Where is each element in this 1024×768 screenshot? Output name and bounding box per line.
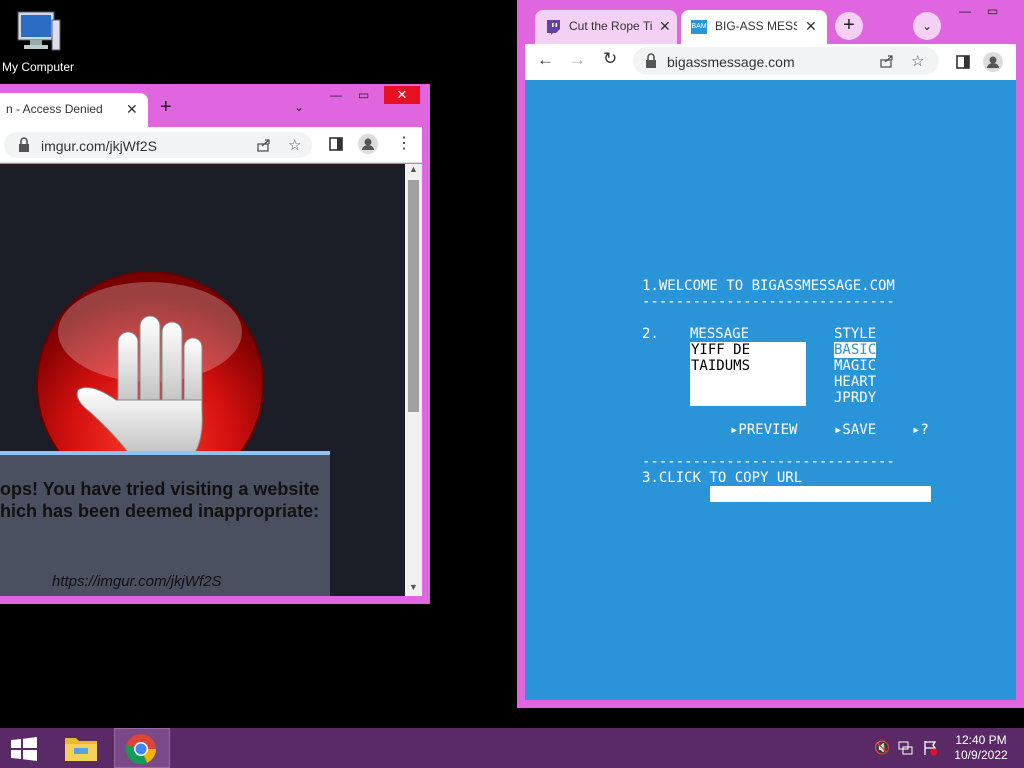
chrome-taskbar-button[interactable] [114, 728, 170, 768]
blocked-message-box: ops! You have tried visiting a website h… [0, 451, 330, 596]
tab-access-denied[interactable]: n - Access Denied ✕ [0, 93, 148, 127]
page-content: ops! You have tried visiting a website h… [0, 164, 405, 596]
scrollbar-thumb[interactable] [408, 180, 419, 412]
scroll-down-arrow-icon[interactable]: ▼ [409, 582, 418, 592]
tab-close-icon[interactable]: ✕ [126, 101, 138, 118]
help-button[interactable]: ▸? [912, 422, 929, 438]
taskbar: 🔇 12:40 PM 10/9/2022 [0, 728, 1024, 768]
address-url: bigassmessage.com [667, 54, 795, 70]
message-header: MESSAGE [690, 326, 750, 342]
window-close-button[interactable]: ✕ [384, 86, 420, 104]
computer-icon [17, 11, 61, 51]
tab-title: Cut the Rope Ti [569, 19, 653, 33]
blocked-url: https://imgur.com/jkjWf2S [52, 573, 222, 590]
share-icon[interactable] [879, 53, 895, 69]
message-line-2: TAIDUMS [691, 358, 751, 374]
side-panel-icon[interactable] [955, 54, 971, 70]
bookmark-star-icon[interactable]: ☆ [911, 52, 924, 70]
message-textarea[interactable]: YIFF DE TAIDUMS [690, 342, 806, 406]
vertical-scrollbar[interactable]: ▲ ▼ [405, 164, 422, 596]
folder-icon [65, 738, 97, 761]
action-center-flag-icon[interactable] [922, 740, 938, 756]
preview-button[interactable]: ▸PREVIEW [730, 422, 797, 438]
tab-search-chevron-icon[interactable]: ⌄ [294, 100, 304, 114]
style-option-magic[interactable]: MAGIC [834, 358, 876, 374]
style-option-heart[interactable]: HEART [834, 374, 876, 390]
network-icon[interactable] [898, 740, 914, 756]
address-bar[interactable]: imgur.com/jkjWf2S ☆ [4, 132, 312, 158]
scroll-up-arrow-icon[interactable]: ▲ [409, 164, 418, 174]
forward-arrow-icon[interactable]: → [569, 50, 586, 70]
tab-title: BIG-ASS MESS [715, 19, 797, 33]
style-option-basic[interactable]: BASIC [834, 342, 877, 358]
browser-window-bigassmessage[interactable]: Cut the Rope Ti ✕ BAM BIG-ASS MESS ✕ + ⌄… [517, 0, 1024, 708]
my-computer-label: My Computer [2, 60, 75, 74]
maximize-button[interactable]: ▭ [987, 4, 998, 18]
twitch-icon [547, 20, 560, 35]
message-line-1: YIFF DE [691, 342, 751, 358]
minimize-button[interactable]: — [330, 88, 342, 102]
address-url: imgur.com/jkjWf2S [41, 138, 157, 154]
tab-close-icon[interactable]: ✕ [805, 18, 817, 35]
volume-muted-icon[interactable]: 🔇 [874, 740, 890, 756]
save-button[interactable]: ▸SAVE [834, 422, 876, 438]
lock-icon [19, 137, 29, 152]
new-tab-button[interactable]: + [160, 96, 172, 119]
my-computer-desktop-icon[interactable]: My Computer [0, 8, 80, 78]
tab-close-icon[interactable]: ✕ [659, 18, 671, 35]
lock-icon [646, 53, 656, 68]
share-icon[interactable] [256, 137, 272, 153]
menu-kebab-icon[interactable]: ⋮ [396, 133, 412, 153]
bookmark-star-icon[interactable]: ☆ [288, 136, 301, 154]
side-panel-icon[interactable] [328, 136, 344, 152]
new-tab-button[interactable]: + [835, 12, 863, 40]
tab-title: n - Access Denied [6, 102, 103, 116]
blocked-message-line-2: hich has been deemed inappropriate: [0, 501, 320, 521]
maximize-button[interactable]: ▭ [358, 88, 369, 102]
windows-start-icon[interactable] [10, 737, 38, 761]
profile-avatar-icon[interactable] [358, 134, 378, 154]
chrome-icon [125, 734, 156, 765]
divider-top: ------------------------------ [642, 294, 895, 310]
tab-big-ass-message[interactable]: BAM BIG-ASS MESS ✕ [681, 10, 827, 44]
style-header: STYLE [834, 326, 877, 342]
url-output-field[interactable] [710, 486, 931, 502]
bigassmessage-page: 1.WELCOME TO BIGASSMESSAGE.COM ---------… [525, 80, 1016, 700]
tab-search-chevron-icon[interactable]: ⌄ [913, 12, 941, 40]
browser-window-imgur[interactable]: n - Access Denied ✕ + ⌄ — ▭ ✕ imgur.com/… [0, 84, 430, 604]
bam-favicon-icon: BAM [691, 20, 707, 34]
file-explorer-taskbar-button[interactable] [56, 728, 106, 768]
clock-time: 12:40 PM [955, 733, 1007, 747]
style-option-jprdy[interactable]: JPRDY [834, 390, 876, 406]
system-clock[interactable]: 12:40 PM 10/9/2022 [948, 733, 1014, 763]
step-2-label: 2. [642, 326, 659, 342]
profile-avatar-icon[interactable] [983, 52, 1003, 72]
browser-toolbar: ← → ↻ bigassmessage.com ☆ [525, 44, 1016, 80]
back-arrow-icon[interactable]: ← [537, 50, 554, 70]
tab-cut-the-rope[interactable]: Cut the Rope Ti ✕ [535, 10, 677, 44]
address-bar[interactable]: bigassmessage.com ☆ [633, 47, 939, 75]
browser-toolbar: imgur.com/jkjWf2S ☆ ⋮ [0, 127, 422, 163]
divider-bottom: ------------------------------ [642, 454, 895, 470]
tab-strip: n - Access Denied ✕ + ⌄ — ▭ ✕ [0, 84, 430, 127]
clock-date: 10/9/2022 [954, 748, 1008, 762]
reload-icon[interactable]: ↻ [603, 49, 617, 69]
welcome-heading: 1.WELCOME TO BIGASSMESSAGE.COM [642, 278, 895, 294]
copy-url-link[interactable]: 3.CLICK TO COPY URL [642, 470, 802, 486]
blocked-message-line-1: ops! You have tried visiting a website [0, 479, 320, 499]
minimize-button[interactable]: — [959, 4, 971, 18]
